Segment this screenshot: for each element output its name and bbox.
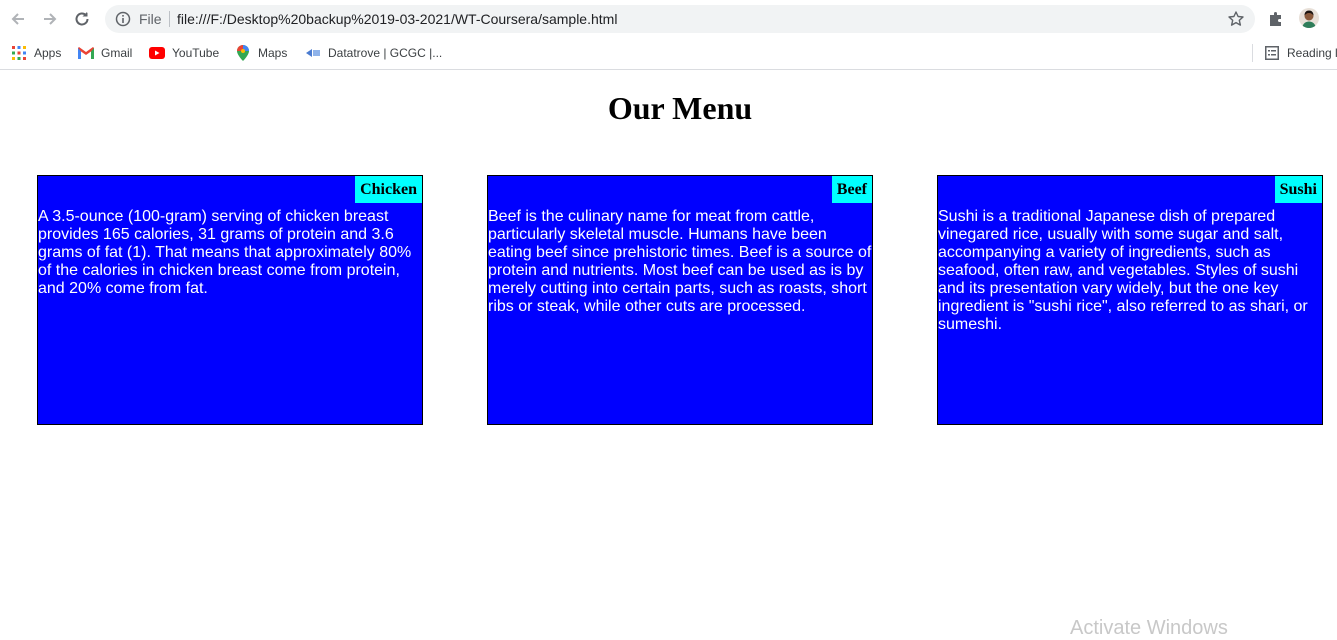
extensions-puzzle-icon[interactable] (1267, 10, 1285, 28)
card-label: Sushi (1274, 176, 1322, 203)
card-text: A 3.5-ounce (100-gram) serving of chicke… (38, 208, 412, 297)
browser-toolbar: File file:///F:/Desktop%20backup%2019-03… (0, 0, 1337, 38)
forward-arrow-icon (44, 13, 57, 25)
forward-button[interactable] (38, 7, 62, 31)
card-text: Beef is the culinary name for meat from … (488, 208, 872, 315)
reload-icon (75, 12, 89, 26)
bookmark-apps[interactable]: Apps (11, 43, 61, 63)
omnibox-divider (169, 11, 170, 27)
maps-pin-icon (235, 45, 251, 61)
bookmarks-divider (1252, 44, 1253, 62)
apps-grid-icon (11, 45, 27, 61)
reload-button[interactable] (70, 7, 94, 31)
bookmark-gmail[interactable]: Gmail (78, 43, 132, 63)
reading-list-button[interactable]: Reading l (1264, 43, 1337, 63)
info-icon[interactable] (115, 11, 131, 27)
bookmark-youtube[interactable]: YouTube (149, 43, 219, 63)
reading-list-label: Reading l (1287, 46, 1337, 60)
menu-card-beef: Beef Beef is the culinary name for meat … (487, 175, 873, 425)
card-label: Chicken (355, 176, 422, 203)
card-text: Sushi is a traditional Japanese dish of … (938, 208, 1308, 333)
back-button[interactable] (6, 7, 30, 31)
bookmark-datatrove[interactable]: Datatrove | GCGC |... (305, 43, 442, 63)
menu-card-sushi: Sushi Sushi is a traditional Japanese di… (937, 175, 1323, 425)
bookmark-label: Datatrove | GCGC |... (328, 46, 443, 60)
profile-avatar[interactable] (1299, 8, 1319, 28)
url-text[interactable]: file:///F:/Desktop%20backup%2019-03-2021… (177, 11, 617, 27)
address-bar[interactable]: File file:///F:/Desktop%20backup%2019-03… (105, 5, 1255, 33)
gmail-icon (78, 45, 94, 61)
datatrove-icon (305, 45, 321, 61)
bookmark-label: Maps (258, 46, 288, 60)
bookmark-maps[interactable]: Maps (235, 43, 287, 63)
menu-card-chicken: Chicken A 3.5-ounce (100-gram) serving o… (37, 175, 423, 425)
bookmark-label: YouTube (172, 46, 220, 60)
card-label: Beef (831, 176, 872, 203)
avatar-icon (1299, 8, 1319, 28)
bookmark-label: Apps (34, 46, 62, 60)
reading-list-icon (1264, 45, 1280, 61)
bookmarks-bar: Apps Gmail YouTube Maps Datatrove | GCGC… (0, 38, 1337, 70)
bookmark-label: Gmail (101, 46, 133, 60)
youtube-icon (149, 45, 165, 61)
bookmark-star-icon[interactable] (1227, 10, 1245, 28)
page-title: Our Menu (607, 90, 753, 126)
scheme-label: File (139, 11, 162, 27)
back-arrow-icon (11, 13, 24, 25)
